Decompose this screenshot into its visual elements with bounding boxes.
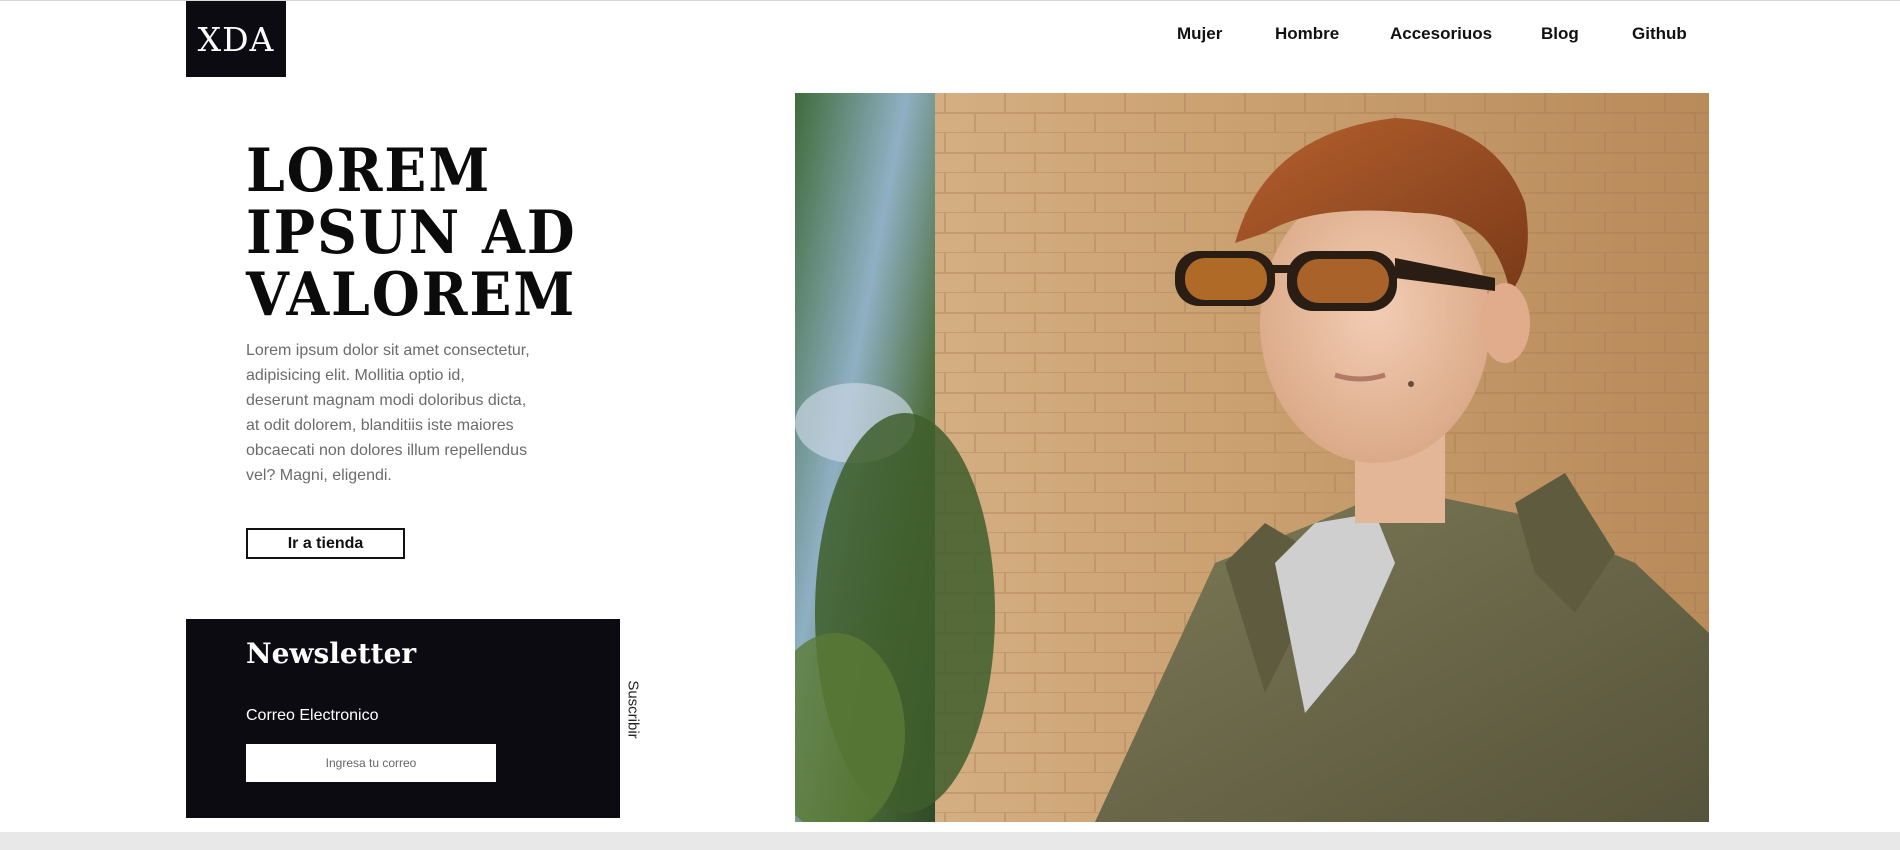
hero-title-line-3: VALOREM: [246, 260, 577, 330]
logo-text: XDA: [197, 19, 275, 59]
email-input[interactable]: [246, 744, 496, 782]
nav-link-blog[interactable]: Blog: [1541, 24, 1579, 44]
bottom-scroll-area: [0, 832, 1900, 850]
subscribe-label: Suscribir: [624, 679, 642, 739]
newsletter-panel: Newsletter Correo Electronico: [186, 619, 620, 818]
nav-link-github[interactable]: Github: [1632, 24, 1687, 44]
shop-button[interactable]: Ir a tienda: [246, 528, 405, 559]
nav-link-mujer[interactable]: Mujer: [1177, 24, 1222, 44]
nav-link-accesorios[interactable]: Accesoriuos: [1390, 24, 1492, 44]
hero-title-line-2: IPSUN AD: [246, 198, 577, 268]
hero-title-line-1: LOREM: [246, 136, 492, 206]
nav-link-hombre[interactable]: Hombre: [1275, 24, 1339, 44]
hero-title: LOREM IPSUN AD VALOREM: [246, 140, 606, 326]
email-label: Correo Electronico: [246, 707, 379, 724]
hero-photo: [795, 93, 1709, 822]
hero-photo-illustration: [795, 93, 1709, 822]
logo[interactable]: XDA: [186, 1, 286, 77]
newsletter-title: Newsletter: [246, 637, 417, 670]
subscribe-button[interactable]: Suscribir: [622, 674, 644, 744]
hero-description: Lorem ipsum dolor sit amet consectetur, …: [246, 342, 530, 484]
